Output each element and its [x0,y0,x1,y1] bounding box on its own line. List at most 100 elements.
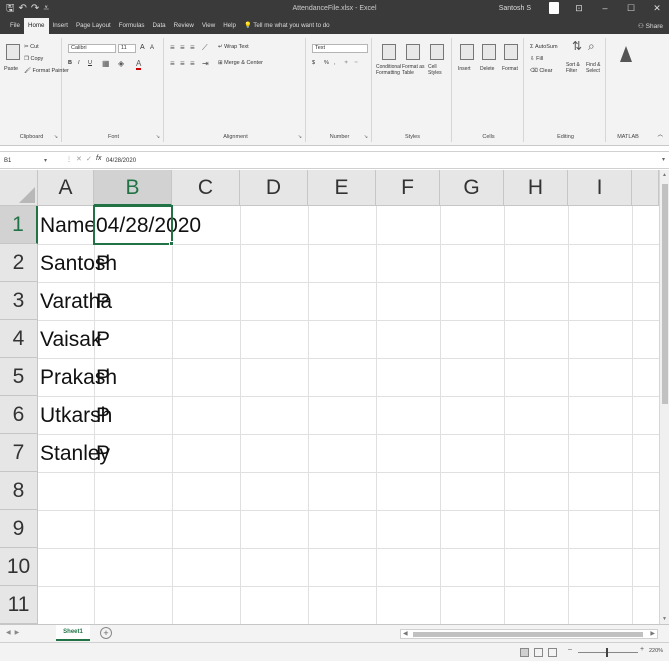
zoom-in-button[interactable]: + [640,646,644,653]
fill-handle[interactable] [169,241,174,246]
shrink-font-button[interactable]: A [150,45,154,51]
sheet-tab-sheet1[interactable]: Sheet1 [56,625,90,641]
ribbon-display-options-icon[interactable]: ⊡ [573,3,585,14]
name-box-dropdown-icon[interactable]: ▾ [44,155,47,167]
format-as-table-label[interactable]: Format as Table [402,64,428,76]
page-break-view-button[interactable] [548,648,557,657]
decimal-decrease-icon[interactable]: ⁻ [354,60,358,68]
delete-cells-icon[interactable] [482,44,496,60]
tab-page-layout[interactable]: Page Layout [72,18,115,34]
user-avatar[interactable] [549,2,559,14]
clear-button[interactable]: ⌫ Clear [530,68,552,74]
insert-label[interactable]: Insert [458,66,471,72]
tab-help[interactable]: Help [219,18,240,34]
cancel-entry-button[interactable]: ✕ [76,155,82,163]
tab-file[interactable]: File [6,18,24,34]
autosum-button[interactable]: Σ AutoSum [530,44,558,50]
cell-b7[interactable]: P [94,442,110,466]
tab-review[interactable]: Review [170,18,198,34]
cell-styles-icon[interactable] [430,44,444,60]
cell-a1[interactable]: Name [38,214,96,238]
paste-label[interactable]: Paste [4,66,18,72]
sheet-nav-arrows-icon[interactable]: ◀▶ [6,629,23,636]
row-header-8[interactable]: 8 [0,472,38,510]
insert-cells-icon[interactable] [460,44,474,60]
sort-filter-label[interactable]: Sort & Filter [566,62,588,74]
merge-center-button[interactable]: ⊞ Merge & Center [218,60,263,66]
minimize-button[interactable]: – [599,3,611,13]
tab-home[interactable]: Home [23,18,49,34]
name-box[interactable]: B1 ▾ [2,155,62,167]
conditional-formatting-label[interactable]: Conditional Formatting [376,64,402,76]
find-select-label[interactable]: Find & Select [586,62,606,74]
top-align-icon[interactable]: ≡ [170,44,175,52]
clipboard-launcher-icon[interactable]: ↘ [54,134,58,140]
vertical-scrollbar[interactable]: ▲ ▼ [659,170,669,624]
sort-filter-icon[interactable]: ⇅ [572,40,582,52]
conditional-formatting-icon[interactable] [382,44,396,60]
zoom-slider-thumb[interactable] [606,648,608,657]
decimal-increase-icon[interactable]: ⁺ [344,60,348,68]
matlab-icon[interactable] [620,46,632,62]
middle-align-icon[interactable]: ≡ [180,44,185,52]
italic-button[interactable]: I [78,60,80,66]
align-center-icon[interactable]: ≡ [180,60,185,68]
column-header-a[interactable]: A [38,170,94,206]
row-header-10[interactable]: 10 [0,548,38,586]
normal-view-button[interactable] [520,648,529,657]
collapse-ribbon-icon[interactable]: ︿ [657,130,663,138]
cell-b6[interactable]: P [94,404,110,428]
comma-button[interactable]: , [334,60,336,66]
bottom-align-icon[interactable]: ≡ [190,44,195,52]
currency-button[interactable]: $ [312,60,315,66]
delete-label[interactable]: Delete [480,66,494,72]
row-header-4[interactable]: 4 [0,320,38,358]
add-sheet-button[interactable]: + [100,627,112,639]
cell-b5[interactable]: P [94,366,110,390]
tell-me-search[interactable]: 💡 Tell me what you want to do [240,18,334,34]
format-cells-icon[interactable] [504,44,518,60]
column-header-h[interactable]: H [504,170,568,206]
tab-formulas[interactable]: Formulas [115,18,149,34]
column-header-b[interactable]: B [94,170,172,206]
cell-b3[interactable]: P [94,290,110,314]
cell-styles-label[interactable]: Cell Styles [428,64,450,76]
number-format-select[interactable]: Text [312,44,368,53]
zoom-slider[interactable] [578,652,638,653]
fill-button[interactable]: ⇩ Fill [530,56,543,62]
row-header-11[interactable]: 11 [0,586,38,624]
wrap-text-button[interactable]: ↵ Wrap Text [218,44,249,50]
tab-data[interactable]: Data [149,18,170,34]
zoom-out-button[interactable]: – [568,646,572,653]
number-launcher-icon[interactable]: ↘ [364,134,368,140]
tab-view[interactable]: View [198,18,219,34]
horizontal-scrollbar[interactable]: ◀ ▶ [400,629,658,639]
orientation-icon[interactable]: ⟋ [202,44,208,52]
align-left-icon[interactable]: ≡ [170,60,175,68]
copy-button[interactable]: ❐ Copy [24,56,43,62]
page-layout-view-button[interactable] [534,648,543,657]
row-header-2[interactable]: 2 [0,244,38,282]
close-button[interactable]: ✕ [651,3,663,14]
font-size-select[interactable]: 11 [118,44,136,53]
scroll-right-icon[interactable]: ▶ [650,630,655,637]
font-launcher-icon[interactable]: ↘ [156,134,160,140]
tab-insert[interactable]: Insert [49,18,72,34]
row-header-6[interactable]: 6 [0,396,38,434]
column-header-partial[interactable] [632,170,659,206]
share-button[interactable]: ⚇ Share [638,22,663,30]
worksheet-grid[interactable]: A B C D E F G H I 1 2 3 4 5 6 7 8 9 10 1… [0,170,669,624]
column-header-f[interactable]: F [376,170,440,206]
fill-color-icon[interactable]: ◈ [118,60,124,68]
percent-button[interactable]: % [324,60,329,66]
indent-icon[interactable]: ⇥ [202,60,209,68]
cell-a4[interactable]: Vaisak [38,328,101,352]
column-header-d[interactable]: D [240,170,308,206]
row-header-7[interactable]: 7 [0,434,38,472]
row-header-5[interactable]: 5 [0,358,38,396]
user-name[interactable]: Santosh S [499,5,531,12]
find-select-icon[interactable]: ⌕ [588,40,595,52]
align-right-icon[interactable]: ≡ [190,60,195,68]
scroll-left-icon[interactable]: ◀ [403,630,408,637]
cell-b4[interactable]: P [94,328,110,352]
